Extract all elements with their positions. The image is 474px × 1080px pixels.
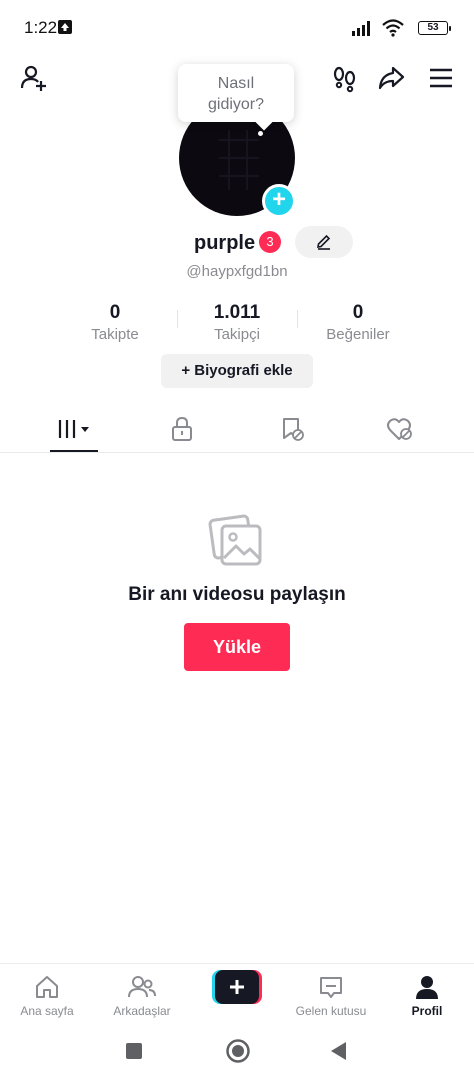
tooltip-line2: gidiyor? xyxy=(207,96,265,113)
stat-following[interactable]: 0 Takipte xyxy=(50,302,180,343)
footprints-icon[interactable] xyxy=(330,63,360,93)
stat-followers[interactable]: 1.011 Takipçi xyxy=(172,302,302,343)
profile-tabs xyxy=(0,405,474,453)
nav-friends[interactable]: Arkadaşlar xyxy=(97,964,187,1028)
add-story-button[interactable]: + xyxy=(262,184,296,218)
tab-saved[interactable] xyxy=(262,405,322,453)
signal-icon xyxy=(352,20,374,41)
add-friend-icon[interactable] xyxy=(19,63,49,93)
lock-icon xyxy=(172,416,192,441)
stat-label: Takipçi xyxy=(214,326,260,343)
status-bar: 1:22 53 xyxy=(0,0,474,56)
photo-placeholder-icon xyxy=(208,512,266,575)
tab-private[interactable] xyxy=(152,405,212,453)
nav-label: Gelen kutusu xyxy=(295,1004,367,1018)
grid-icon xyxy=(58,420,89,438)
menu-icon[interactable] xyxy=(426,63,456,93)
avatar-highlight xyxy=(258,131,263,136)
tooltip-line1: Nasıl xyxy=(217,75,255,92)
share-icon[interactable] xyxy=(376,63,406,93)
wifi-icon xyxy=(382,19,404,42)
user-handle: @haypxfgd1bn xyxy=(186,263,288,280)
nav-inbox[interactable]: Gelen kutusu xyxy=(286,964,376,1028)
stat-value: 0 xyxy=(352,302,364,323)
add-bio-button[interactable]: + Biyografi ekle xyxy=(161,354,313,388)
tab-liked[interactable] xyxy=(370,405,430,453)
active-tab-indicator xyxy=(50,450,98,452)
recents-icon[interactable] xyxy=(125,1042,143,1065)
stat-value: 0 xyxy=(109,302,121,323)
nav-home[interactable]: Ana sayfa xyxy=(2,964,92,1028)
upload-button[interactable]: Yükle xyxy=(184,623,290,671)
upload-notification-icon xyxy=(58,20,72,34)
tab-videos[interactable] xyxy=(44,405,104,453)
empty-state-title: Bir anı videosu paylaşın xyxy=(128,584,346,605)
stat-likes[interactable]: 0 Beğeniler xyxy=(293,302,423,343)
create-button[interactable] xyxy=(212,970,262,1004)
nav-profile[interactable]: Profil xyxy=(382,964,472,1028)
edit-profile-button[interactable] xyxy=(295,226,353,258)
status-time: 1:22 xyxy=(24,18,58,37)
system-navigation-bar xyxy=(0,1027,474,1080)
nav-label: Arkadaşlar xyxy=(113,1004,171,1018)
bookmark-hidden-icon xyxy=(283,418,304,441)
inbox-icon xyxy=(316,972,346,1002)
nav-label: Ana sayfa xyxy=(20,1004,74,1018)
heart-hidden-icon xyxy=(387,418,412,440)
home-icon xyxy=(32,972,62,1002)
battery-icon: 53 xyxy=(418,21,451,35)
nav-label: Profil xyxy=(411,1004,443,1018)
pencil-icon xyxy=(317,234,331,250)
status-tooltip[interactable]: Nasıl gidiyor? xyxy=(178,64,294,122)
profile-icon xyxy=(412,972,442,1002)
friends-icon xyxy=(127,972,157,1002)
username: purple xyxy=(194,232,256,254)
notification-badge[interactable]: 3 xyxy=(259,231,281,253)
back-icon[interactable] xyxy=(330,1041,348,1066)
home-button-icon[interactable] xyxy=(225,1038,251,1069)
stat-value: 1.011 xyxy=(213,302,261,323)
stat-label: Beğeniler xyxy=(326,326,390,343)
stat-label: Takipte xyxy=(91,326,139,343)
